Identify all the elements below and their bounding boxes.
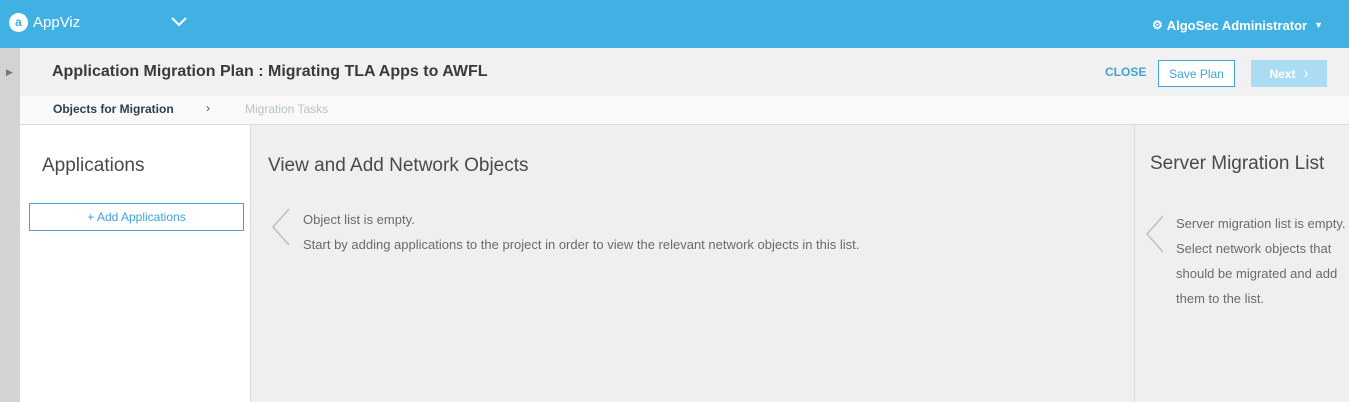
- caret-down-icon: ▼: [1314, 20, 1323, 30]
- applications-title: Applications: [42, 155, 145, 176]
- chevron-down-icon[interactable]: [170, 14, 188, 28]
- appviz-logo-icon[interactable]: a: [9, 13, 28, 32]
- server-migration-panel: Server Migration List Server migration l…: [1134, 125, 1349, 402]
- page-header: Application Migration Plan : Migrating T…: [20, 48, 1349, 96]
- app-name: AppViz: [33, 14, 81, 31]
- chevron-right-icon: ›: [1303, 65, 1309, 82]
- page-title: Application Migration Plan : Migrating T…: [52, 63, 488, 80]
- left-pointer-icon: [1145, 215, 1164, 253]
- step-migration-tasks[interactable]: Migration Tasks: [245, 102, 328, 116]
- empty-message-line-1: Object list is empty.: [303, 212, 415, 227]
- top-bar: a AppViz ⚙ AlgoSec Administrator ▼: [0, 0, 1349, 48]
- expand-rail-icon[interactable]: ▶: [6, 67, 13, 77]
- next-button[interactable]: Next ›: [1251, 60, 1327, 87]
- save-plan-button[interactable]: Save Plan: [1158, 60, 1235, 87]
- applications-panel: Applications + Add Applications: [20, 125, 251, 402]
- logo-glyph: a: [15, 15, 22, 29]
- step-separator-icon: ›: [206, 101, 210, 115]
- gear-icon: ⚙: [1151, 18, 1163, 32]
- server-migration-title: Server Migration List: [1150, 153, 1325, 174]
- network-objects-empty-message: Object list is empty. Start by adding ap…: [303, 207, 859, 257]
- server-migration-empty-message: Server migration list is empty. Select n…: [1176, 216, 1346, 306]
- network-objects-title: View and Add Network Objects: [268, 155, 529, 176]
- next-label: Next: [1269, 66, 1296, 81]
- user-name: AlgoSec Administrator: [1166, 17, 1308, 33]
- step-objects-for-migration[interactable]: Objects for Migration: [53, 102, 174, 116]
- user-menu[interactable]: ⚙ AlgoSec Administrator ▼: [1152, 16, 1323, 34]
- left-pointer-icon: [271, 208, 290, 246]
- add-applications-button[interactable]: + Add Applications: [29, 203, 244, 231]
- wizard-steps: Objects for Migration › Migration Tasks: [20, 96, 1349, 125]
- left-rail: ▶: [0, 48, 20, 402]
- network-objects-panel: View and Add Network Objects Object list…: [251, 125, 1135, 402]
- close-button[interactable]: CLOSE: [1105, 65, 1146, 79]
- empty-message-line-2: Start by adding applications to the proj…: [303, 237, 860, 252]
